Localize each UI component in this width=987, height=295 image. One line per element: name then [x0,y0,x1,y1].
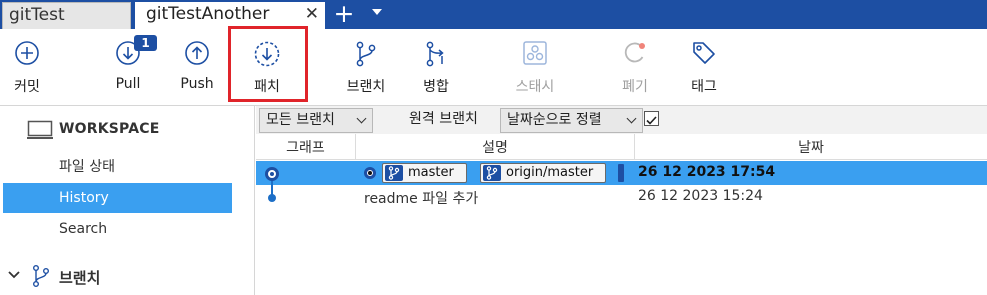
ref-label: origin/master [506,165,594,180]
graph-node [268,194,276,202]
branch-icon [356,41,376,67]
head-indicator-icon [364,167,376,179]
branch-button[interactable]: 브랜치 [331,29,401,106]
graph-node-current [265,167,279,181]
tag-label: 태그 [691,79,717,95]
sidebar-item-label: History [59,190,109,206]
pull-label: Pull [115,76,141,92]
push-label: Push [180,76,214,92]
commit-description: readme 파일 추가 [364,191,479,207]
ref-label: master [408,165,454,180]
commit-button[interactable]: 커밋 [0,29,62,106]
commit-label: 커밋 [14,79,40,95]
merge-label: 병합 [423,79,449,95]
sidebar-item-file-status[interactable]: 파일 상태 [3,152,232,182]
branches-header[interactable]: 브랜치 [0,262,255,290]
sidebar-item-history[interactable]: History [3,183,232,213]
remote-branch-label[interactable]: 원격 브랜치 [409,108,478,131]
merge-icon [426,41,444,67]
commit-date: 26 12 2023 17:54 [638,164,776,180]
remote-branch-checkbox[interactable] [644,111,659,126]
branches-label: 브랜치 [59,269,101,287]
tab-bar: gitTest gitTestAnother ✕ + [0,0,987,29]
discard-label: 폐기 [622,79,648,95]
discard-button[interactable]: 폐기 [600,29,670,106]
branch-icon [385,165,403,181]
tab-label: gitTest [9,5,65,25]
stash-label: 스태시 [515,79,555,95]
fetch-highlight-box [228,26,308,102]
close-icon[interactable]: ✕ [305,2,319,27]
chevron-down-icon [626,113,637,124]
tag-button[interactable]: 태그 [669,29,739,106]
sort-dropdown[interactable]: 날짜순으로 정렬 [500,108,643,133]
discard-icon [624,42,645,63]
sidebar: WORKSPACE 파일 상태 History Search 브랜치 [0,106,255,295]
branch-icon [33,265,49,288]
tab-gittestanother[interactable]: gitTestAnother ✕ [135,2,325,29]
stash-icon [523,41,547,65]
toolbar: 커밋 1 Pull Push 패치 브랜치 병합 스태시 폐기 태그 [0,29,987,106]
branch-icon [483,165,501,181]
description-marker [618,164,624,182]
workspace-label: WORKSPACE [59,121,160,137]
push-icon [185,41,209,65]
branch-filter-dropdown[interactable]: 모든 브랜치 [259,108,373,133]
sort-value: 날짜순으로 정렬 [507,112,602,128]
monitor-icon [27,120,53,139]
workspace-header[interactable]: WORKSPACE [0,118,255,142]
branch-ref-origin-master[interactable]: origin/master [480,163,606,183]
tab-menu-chevron-down-icon[interactable] [372,9,382,15]
tag-icon [693,42,715,64]
sidebar-item-search[interactable]: Search [3,214,232,244]
branch-label: 브랜치 [346,79,386,95]
commit-date: 26 12 2023 15:24 [638,188,763,204]
branch-filter-value: 모든 브랜치 [266,112,335,128]
stash-button[interactable]: 스태시 [500,29,570,106]
commit-row[interactable]: readme 파일 추가 26 12 2023 15:24 [256,185,987,209]
branch-ref-master[interactable]: master [382,163,467,183]
tab-label: gitTestAnother [146,4,270,24]
add-tab-button[interactable]: + [332,0,356,29]
column-date[interactable]: 날짜 [635,137,987,157]
merge-button[interactable]: 병합 [401,29,471,106]
chevron-down-icon [356,113,367,124]
chevron-down-icon[interactable] [8,270,20,280]
pull-count-badge: 1 [134,35,157,51]
column-description[interactable]: 설명 [356,137,634,157]
pull-button[interactable]: 1 Pull [93,29,163,106]
history-column-header: 그래프 설명 날짜 [256,134,987,160]
tab-gittest[interactable]: gitTest [2,2,131,29]
sidebar-item-label: 파일 상태 [59,159,115,175]
push-button[interactable]: Push [162,29,232,106]
sidebar-item-label: Search [59,221,108,237]
column-graph[interactable]: 그래프 [256,137,355,157]
commit-icon [15,41,39,65]
filter-bar: 모든 브랜치 원격 브랜치 날짜순으로 정렬 [256,106,987,134]
checkmark-icon [646,116,657,125]
